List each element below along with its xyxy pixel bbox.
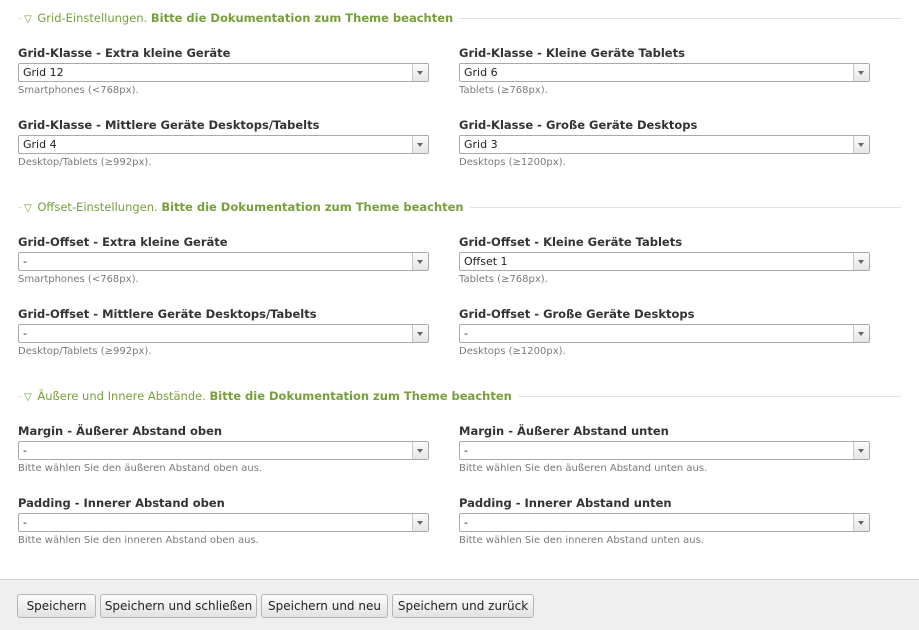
divider — [18, 396, 22, 397]
legend-hint: Bitte die Dokumentation zum Theme beacht… — [161, 200, 464, 214]
offset-md-select[interactable]: - — [18, 324, 429, 343]
field-margin-bottom: Margin - Äußerer Abstand unten - Bitte w… — [459, 424, 872, 474]
field-label: Grid-Klasse - Mittlere Geräte Desktops/T… — [18, 118, 320, 132]
chevron-down-icon[interactable] — [853, 514, 869, 531]
save-and-close-button[interactable]: Speichern und schließen — [100, 594, 257, 618]
field-label: Grid-Klasse - Große Geräte Desktops — [459, 118, 698, 132]
field-help: Desktops (≥1200px). — [459, 346, 566, 357]
select-value: Grid 12 — [23, 66, 64, 79]
select-value: Grid 4 — [23, 138, 57, 151]
field-label: Grid-Klasse - Kleine Geräte Tablets — [459, 46, 685, 60]
save-button[interactable]: Speichern — [17, 594, 96, 618]
grid-lg-select[interactable]: Grid 3 — [459, 135, 870, 154]
save-and-back-button[interactable]: Speichern und zurück — [392, 594, 534, 618]
field-help: Bitte wählen Sie den inneren Abstand unt… — [459, 535, 704, 546]
field-label: Grid-Offset - Große Geräte Desktops — [459, 307, 695, 321]
field-label: Grid-Offset - Mittlere Geräte Desktops/T… — [18, 307, 317, 321]
field-help: Tablets (≥768px). — [459, 274, 548, 285]
field-offset-lg: Grid-Offset - Große Geräte Desktops - De… — [459, 307, 872, 357]
select-value: - — [464, 327, 468, 340]
field-grid-lg: Grid-Klasse - Große Geräte Desktops Grid… — [459, 118, 872, 168]
section-toggle[interactable]: ▽ Grid-Einstellungen. Bitte die Dokument… — [24, 11, 460, 27]
offset-lg-select[interactable]: - — [459, 324, 870, 343]
legend-prefix: Offset-Einstellungen. — [37, 200, 158, 214]
field-help: Bitte wählen Sie den äußeren Abstand unt… — [459, 463, 708, 474]
field-offset-md: Grid-Offset - Mittlere Geräte Desktops/T… — [18, 307, 431, 357]
padding-top-select[interactable]: - — [18, 513, 429, 532]
divider — [18, 18, 22, 19]
select-value: Grid 6 — [464, 66, 498, 79]
chevron-down-icon[interactable] — [853, 442, 869, 459]
chevron-down-icon[interactable] — [412, 64, 428, 81]
field-help: Bitte wählen Sie den äußeren Abstand obe… — [18, 463, 263, 474]
grid-md-select[interactable]: Grid 4 — [18, 135, 429, 154]
chevron-down-icon[interactable] — [412, 253, 428, 270]
margin-bottom-select[interactable]: - — [459, 441, 870, 460]
field-label: Grid-Offset - Kleine Geräte Tablets — [459, 235, 683, 249]
chevron-down-icon[interactable] — [412, 442, 428, 459]
divider — [492, 396, 901, 397]
field-help: Desktop/Tablets (≥992px). — [18, 346, 152, 357]
field-help: Bitte wählen Sie den inneren Abstand obe… — [18, 535, 259, 546]
chevron-down-icon[interactable] — [853, 253, 869, 270]
field-label: Padding - Innerer Abstand unten — [459, 496, 672, 510]
field-label: Padding - Innerer Abstand oben — [18, 496, 225, 510]
field-help: Tablets (≥768px). — [459, 85, 548, 96]
field-help: Desktop/Tablets (≥992px). — [18, 157, 152, 168]
select-value: - — [464, 444, 468, 457]
select-value: - — [464, 516, 468, 529]
legend-hint: Bitte die Dokumentation zum Theme beacht… — [209, 389, 512, 403]
chevron-down-icon[interactable] — [853, 136, 869, 153]
field-label: Margin - Äußerer Abstand oben — [18, 424, 223, 438]
offset-sm-select[interactable]: Offset 1 — [459, 252, 870, 271]
field-help: Smartphones (<768px). — [18, 274, 139, 285]
offset-xs-select[interactable]: - — [18, 252, 429, 271]
field-label: Grid-Offset - Extra kleine Geräte — [18, 235, 228, 249]
section-toggle[interactable]: ▽ Offset-Einstellungen. Bitte die Dokume… — [24, 200, 470, 216]
chevron-down-icon[interactable] — [412, 136, 428, 153]
margin-top-select[interactable]: - — [18, 441, 429, 460]
select-value: - — [23, 327, 27, 340]
field-label: Margin - Äußerer Abstand unten — [459, 424, 669, 438]
field-padding-bottom: Padding - Innerer Abstand unten - Bitte … — [459, 496, 872, 546]
field-margin-top: Margin - Äußerer Abstand oben - Bitte wä… — [18, 424, 431, 474]
field-grid-md: Grid-Klasse - Mittlere Geräte Desktops/T… — [18, 118, 431, 168]
grid-sm-select[interactable]: Grid 6 — [459, 63, 870, 82]
field-help: Smartphones (<768px). — [18, 85, 139, 96]
chevron-down-icon[interactable] — [412, 514, 428, 531]
legend-prefix: Äußere und Innere Abstände. — [37, 389, 206, 403]
chevron-down-icon[interactable] — [853, 64, 869, 81]
field-help: Desktops (≥1200px). — [459, 157, 566, 168]
form-footer: Speichern Speichern und schließen Speich… — [0, 579, 919, 630]
save-and-new-button[interactable]: Speichern und neu — [261, 594, 388, 618]
section-toggle[interactable]: ▽ Äußere und Innere Abstände. Bitte die … — [24, 389, 518, 405]
field-padding-top: Padding - Innerer Abstand oben - Bitte w… — [18, 496, 431, 546]
section-legend: ▽ Offset-Einstellungen. Bitte die Dokume… — [18, 200, 901, 216]
grid-xs-select[interactable]: Grid 12 — [18, 63, 429, 82]
select-value: Grid 3 — [464, 138, 498, 151]
section-legend: ▽ Äußere und Innere Abstände. Bitte die … — [18, 389, 901, 405]
divider — [443, 207, 901, 208]
legend-hint: Bitte die Dokumentation zum Theme beacht… — [150, 11, 454, 25]
collapse-triangle-icon[interactable]: ▽ — [24, 14, 32, 25]
section-legend: ▽ Grid-Einstellungen. Bitte die Dokument… — [18, 11, 901, 27]
divider — [432, 18, 901, 19]
field-label: Grid-Klasse - Extra kleine Geräte — [18, 46, 231, 60]
collapse-triangle-icon[interactable]: ▽ — [24, 392, 32, 403]
field-grid-sm: Grid-Klasse - Kleine Geräte Tablets Grid… — [459, 46, 872, 96]
select-value: - — [23, 516, 27, 529]
field-offset-sm: Grid-Offset - Kleine Geräte Tablets Offs… — [459, 235, 872, 285]
select-value: - — [23, 255, 27, 268]
padding-bottom-select[interactable]: - — [459, 513, 870, 532]
chevron-down-icon[interactable] — [412, 325, 428, 342]
select-value: Offset 1 — [464, 255, 508, 268]
chevron-down-icon[interactable] — [853, 325, 869, 342]
divider — [18, 207, 22, 208]
collapse-triangle-icon[interactable]: ▽ — [24, 203, 32, 214]
legend-prefix: Grid-Einstellungen. — [37, 11, 148, 25]
select-value: - — [23, 444, 27, 457]
field-grid-xs: Grid-Klasse - Extra kleine Geräte Grid 1… — [18, 46, 431, 96]
field-offset-xs: Grid-Offset - Extra kleine Geräte - Smar… — [18, 235, 431, 285]
